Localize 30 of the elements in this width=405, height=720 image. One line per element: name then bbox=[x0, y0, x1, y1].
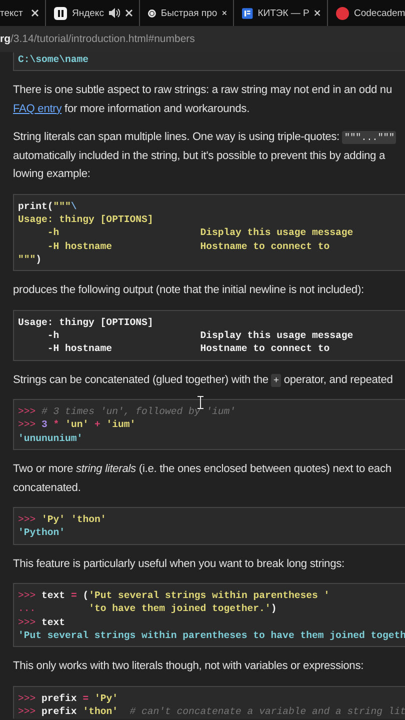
code-line: -H hostname Hostname to connect to bbox=[46, 240, 330, 253]
code-line: >>> text bbox=[18, 616, 66, 630]
code-line: >>> 'Py' 'thon' bbox=[18, 513, 106, 526]
paragraph-line: FAQ entry for more information and workarounds. bbox=[13, 102, 251, 117]
faq-link[interactable]: FAQ entry bbox=[13, 102, 62, 115]
paragraph-line: automatically included in the string, but it's possible to prevent this by adding a bbox=[13, 148, 386, 164]
paragraph-line: Strings can be concatenated (glued together) with the + operator, and repeated bbox=[13, 372, 392, 389]
code-line: >>> prefix 'thon' # can't concatenate a variable and a string lit bbox=[18, 705, 405, 718]
code-line: print("""\ bbox=[18, 200, 77, 214]
paragraph-line: There is one subtle aspect to raw strings: a raw string may not end in an odd nu bbox=[13, 83, 392, 98]
paragraph-line: This feature is particularly useful when you want to break long strings: bbox=[13, 556, 346, 572]
paragraph-line: Two or more string literals (i.e. the ones enclosed between quotes) next to each bbox=[13, 462, 392, 478]
code-line: Usage: thingy [OPTIONS] bbox=[18, 213, 154, 226]
code-line: >>> 3 * 'un' + 'ium' bbox=[18, 418, 136, 432]
paragraph-line: concatenated. bbox=[13, 480, 82, 496]
code-line: -H hostname Hostname to connect to bbox=[46, 342, 330, 356]
code-line: -h Display this usage message bbox=[46, 329, 354, 342]
code-line: 'unununium' bbox=[18, 432, 83, 446]
code-line: ... 'to have them joined together.') bbox=[18, 602, 277, 616]
code-line: C:\some\name bbox=[18, 53, 89, 66]
code-line: >>> prefix = 'Py' bbox=[18, 692, 118, 706]
code-line: 'Python' bbox=[18, 526, 66, 540]
code-line: Usage: thingy [OPTIONS] bbox=[18, 316, 154, 330]
paragraph-line: produces the following output (note that the initial newline is not included): bbox=[13, 283, 365, 298]
code-line: """) bbox=[18, 252, 42, 266]
code-line: >>> # 3 times 'un', followed by 'ium' bbox=[18, 405, 236, 418]
code-line: -h Display this usage message bbox=[46, 226, 354, 240]
code-line: >>> text = ('Put several strings within parentheses ' bbox=[18, 589, 330, 602]
paragraph-line: lowing example: bbox=[13, 167, 92, 182]
paragraph-line: This only works with two literals though, not with variables or expressions: bbox=[13, 659, 365, 674]
